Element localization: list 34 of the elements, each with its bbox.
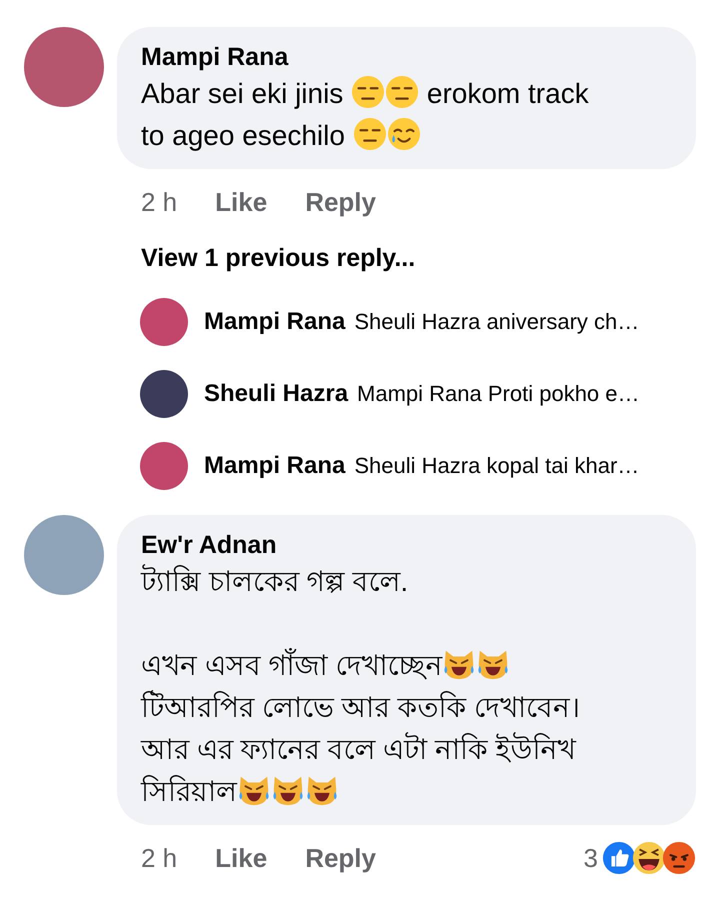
- action-link[interactable]: Reply: [305, 183, 376, 222]
- comment-text: টিআরপির লোভে আর কতকি দেখাবেন।: [141, 692, 580, 722]
- smiling-face-with-tear-icon: [386, 117, 421, 151]
- view-replies-link[interactable]: View 1 previous reply...: [24, 240, 696, 278]
- author-name[interactable]: Mampi Rana: [141, 41, 672, 73]
- avatar-photo[interactable]: [140, 298, 188, 346]
- comment-text: Abar sei eki jinis: [141, 78, 344, 109]
- avatar-photo[interactable]: [140, 442, 188, 490]
- comment-text: erokom track: [426, 78, 589, 109]
- comment-text: ট্যাক্সি চালকের গল্প বলে.: [141, 566, 408, 596]
- timestamp: 2 h: [141, 842, 178, 874]
- comment-text: সিরিয়াল: [141, 776, 237, 806]
- action-link[interactable]: Reply: [305, 838, 376, 878]
- author-name[interactable]: Mampi Rana: [204, 304, 346, 340]
- timestamp: 2 h: [141, 186, 178, 219]
- expressionless-face-icon: [385, 75, 420, 109]
- action-link[interactable]: Like: [215, 838, 268, 878]
- author-name[interactable]: Sheuli Hazra: [204, 376, 348, 412]
- author-name[interactable]: Ew'r Adnan: [141, 528, 672, 560]
- comment-text: আর এর ফ্যানের বলে এটা নাকি ইউনিখ: [141, 734, 576, 764]
- thumbs-up-icon: [602, 841, 636, 875]
- expressionless-face-icon: [351, 75, 386, 109]
- comment-text: এখন এসব গাঁজা দেখাচ্ছেন: [141, 650, 442, 680]
- reply-text: Sheuli Hazra aniversary ch…: [354, 308, 640, 336]
- reply-text: Sheuli Hazra kopal tai khar…: [354, 452, 640, 480]
- avatar-photo[interactable]: [140, 370, 188, 418]
- reaction-count: 3: [584, 842, 598, 874]
- laughing-face-icon: [632, 841, 666, 875]
- expressionless-face-icon: [352, 117, 387, 151]
- reply-text: Mampi Rana Proti pokho e…: [357, 380, 640, 408]
- angry-face-icon: [662, 841, 696, 875]
- action-link[interactable]: Like: [215, 183, 268, 222]
- author-name[interactable]: Mampi Rana: [204, 448, 346, 484]
- comment-text: to ageo esechilo: [141, 120, 346, 151]
